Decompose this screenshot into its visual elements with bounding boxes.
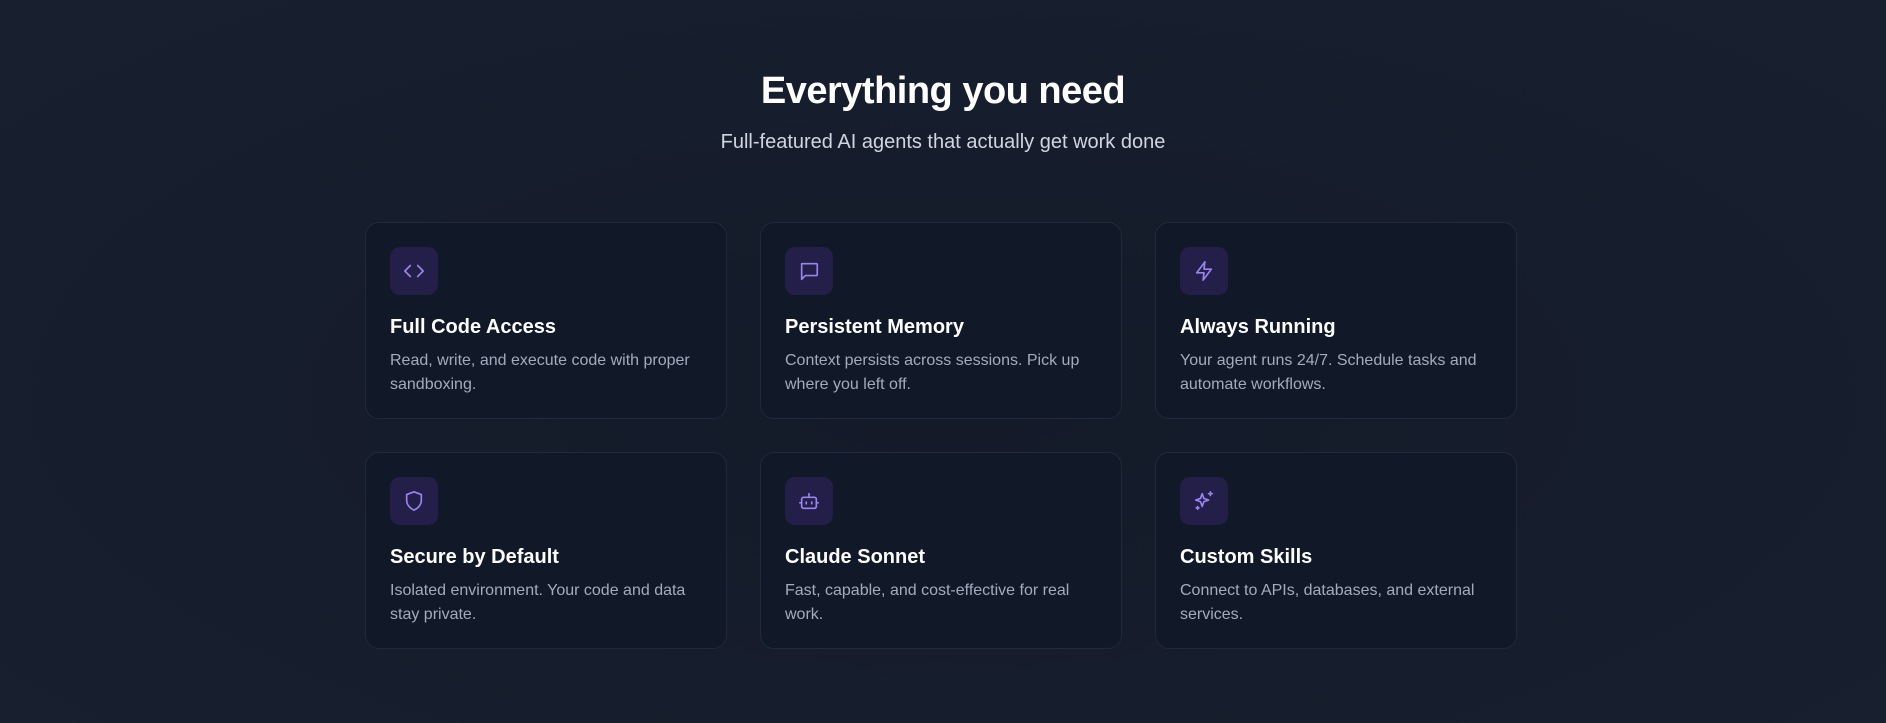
feature-card-custom-skills: Custom Skills Connect to APIs, databases… bbox=[1155, 452, 1517, 649]
feature-description: Context persists across sessions. Pick u… bbox=[785, 352, 1080, 393]
feature-card-full-code-access: Full Code Access Read, write, and execut… bbox=[365, 222, 727, 419]
lightning-icon bbox=[1180, 247, 1228, 295]
feature-description: Fast, capable, and cost-effective for re… bbox=[785, 582, 1070, 623]
feature-title: Secure by Default bbox=[390, 546, 559, 568]
feature-title: Persistent Memory bbox=[785, 316, 964, 338]
feature-description: Your agent runs 24/7. Schedule tasks and… bbox=[1180, 352, 1477, 393]
feature-card-claude-sonnet: Claude Sonnet Fast, capable, and cost-ef… bbox=[760, 452, 1122, 649]
feature-description: Isolated environment. Your code and data… bbox=[390, 582, 686, 623]
shield-icon bbox=[390, 477, 438, 525]
sparkles-icon bbox=[1180, 477, 1228, 525]
section-subtitle: Full-featured AI agents that actually ge… bbox=[720, 131, 1166, 153]
section-title: Everything you need bbox=[760, 70, 1126, 112]
feature-card-always-running: Always Running Your agent runs 24/7. Sch… bbox=[1155, 222, 1517, 419]
feature-title: Claude Sonnet bbox=[785, 546, 926, 568]
feature-title: Full Code Access bbox=[390, 316, 556, 338]
feature-card-secure-by-default: Secure by Default Isolated environment. … bbox=[365, 452, 727, 649]
features-section: Everything you need Full-featured AI age… bbox=[0, 0, 1886, 723]
code-icon bbox=[390, 247, 438, 295]
feature-title: Always Running bbox=[1180, 316, 1336, 338]
feature-description: Read, write, and execute code with prope… bbox=[390, 352, 690, 393]
robot-icon bbox=[785, 477, 833, 525]
message-icon bbox=[785, 247, 833, 295]
feature-description: Connect to APIs, databases, and external… bbox=[1180, 582, 1475, 623]
feature-grid: Full Code Access Read, write, and execut… bbox=[365, 222, 1517, 649]
feature-title: Custom Skills bbox=[1180, 546, 1313, 568]
feature-card-persistent-memory: Persistent Memory Context persists acros… bbox=[760, 222, 1122, 419]
